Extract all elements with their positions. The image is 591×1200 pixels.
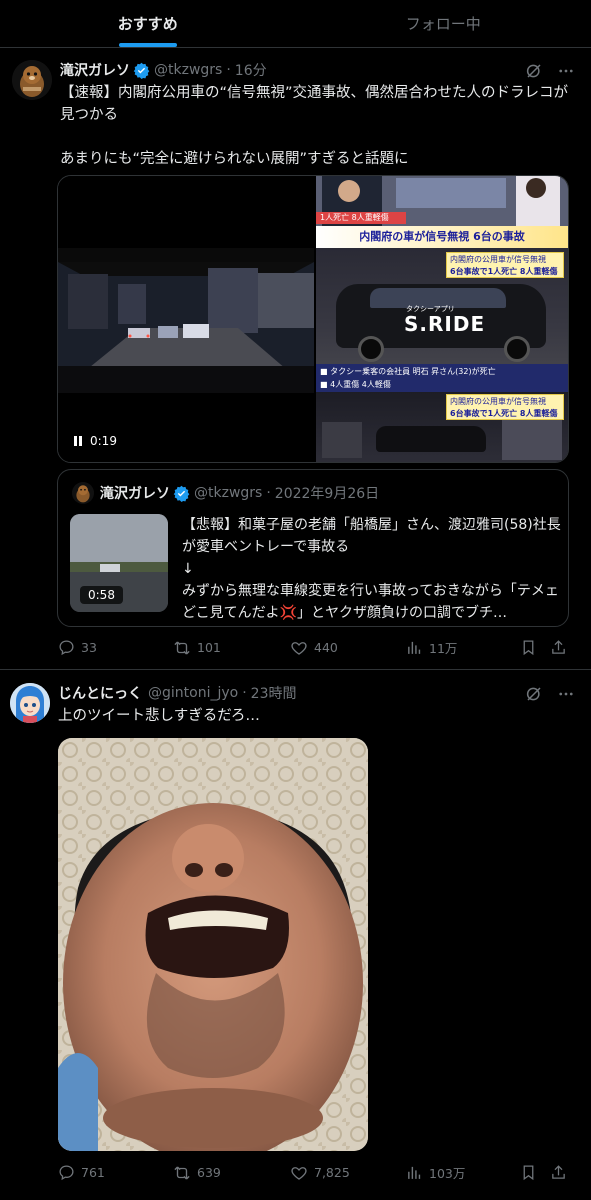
post[interactable]: じんとにっく @gintoni_jyo · 23時間 上のツイート悲しすぎるだろ… bbox=[0, 671, 591, 1200]
heart-icon bbox=[290, 1164, 308, 1182]
news-sub2: 6台事故で1人死亡 8人重軽傷 bbox=[450, 267, 558, 276]
like-button[interactable]: 7,825 bbox=[290, 1164, 406, 1182]
crying-face-photo bbox=[58, 738, 368, 1151]
avatar[interactable] bbox=[10, 683, 50, 723]
verified-badge-icon bbox=[133, 62, 150, 79]
share-icon bbox=[550, 639, 567, 656]
news-image[interactable]: 1人死亡 8人重軽傷 内閣府の車が信号無視 6台の事故 内閣府の公用車が信号無視… bbox=[316, 176, 568, 462]
bookmark-button[interactable] bbox=[520, 639, 550, 656]
quote-avatar bbox=[72, 482, 94, 504]
news-caption-top: 1人死亡 8人重軽傷 bbox=[316, 212, 406, 224]
active-tab-indicator bbox=[118, 43, 177, 47]
attached-photo[interactable] bbox=[58, 738, 368, 1151]
post-top-icons bbox=[525, 62, 575, 80]
video-frame bbox=[58, 248, 314, 393]
like-button[interactable]: 440 bbox=[290, 639, 406, 657]
reply-count: 761 bbox=[81, 1165, 105, 1180]
quote-header: 滝沢ガレソ @tkzwgrs · 2022年9月26日 bbox=[100, 483, 379, 503]
retweet-icon bbox=[173, 639, 191, 657]
reply-icon bbox=[58, 639, 75, 656]
timeline-tabs: おすすめ フォロー中 bbox=[0, 0, 591, 48]
quote-text: 【悲報】和菓子屋の老舗「船橋屋」さん、渡辺雅司(58)社長が愛車ベントレーで事故… bbox=[182, 517, 561, 621]
bookmark-button[interactable] bbox=[520, 1164, 550, 1181]
like-count: 7,825 bbox=[314, 1165, 350, 1180]
views-button[interactable]: 103万 bbox=[406, 1163, 520, 1182]
tweet-text: 上のツイート悲しすぎるだろ… bbox=[58, 708, 260, 724]
grok-icon[interactable] bbox=[525, 685, 543, 703]
view-count: 103万 bbox=[429, 1166, 466, 1181]
more-icon[interactable] bbox=[557, 685, 575, 703]
quote-video-thumbnail[interactable]: 0:58 bbox=[70, 514, 168, 612]
retweet-count: 101 bbox=[197, 640, 221, 655]
views-button[interactable]: 11万 bbox=[406, 638, 520, 657]
grok-icon[interactable] bbox=[525, 62, 543, 80]
bookmark-icon bbox=[520, 1164, 537, 1181]
timestamp[interactable]: 16分 bbox=[235, 60, 267, 80]
tab-following[interactable]: フォロー中 bbox=[296, 0, 591, 47]
taxi-logo: S.RIDE bbox=[404, 312, 486, 336]
news-bullet-2: ■ 4人重傷 4人軽傷 bbox=[320, 380, 391, 389]
separator-dot: · bbox=[242, 685, 247, 701]
video-time: 0:19 bbox=[90, 434, 117, 448]
post[interactable]: 滝沢ガレソ @tkzwgrs · 16分 【速報】内閣府公用車の“信号無視”交通… bbox=[0, 48, 591, 670]
avatar[interactable] bbox=[12, 60, 52, 100]
display-name[interactable]: 滝沢ガレソ bbox=[60, 60, 130, 80]
bookmark-icon bbox=[520, 639, 537, 656]
news-bullet-1: ■ タクシー乗客の会社員 明石 昇さん(32)が死亡 bbox=[320, 367, 496, 376]
news-sub4: 6台事故で1人死亡 8人重軽傷 bbox=[450, 409, 558, 418]
tab-recommended[interactable]: おすすめ bbox=[0, 0, 296, 47]
retweet-button[interactable]: 639 bbox=[173, 1164, 290, 1182]
quote-display-name: 滝沢ガレソ bbox=[100, 486, 170, 502]
views-chart-icon bbox=[406, 1164, 423, 1181]
share-button[interactable] bbox=[550, 1164, 567, 1181]
views-chart-icon bbox=[406, 639, 423, 656]
retweet-button[interactable]: 101 bbox=[173, 639, 290, 657]
news-banner: 内閣府の車が信号無視 6台の事故 bbox=[316, 226, 568, 248]
share-icon bbox=[550, 1164, 567, 1181]
reply-button[interactable]: 761 bbox=[58, 1164, 173, 1181]
reply-icon bbox=[58, 1164, 75, 1181]
handle[interactable]: @tkzwgrs bbox=[154, 62, 222, 78]
quote-handle: @tkzwgrs bbox=[194, 485, 263, 501]
quote-avatar-otter-icon bbox=[72, 482, 94, 504]
avatar-anime-icon bbox=[10, 683, 50, 723]
tab-following-label: フォロー中 bbox=[405, 15, 481, 33]
tab-recommended-label: おすすめ bbox=[117, 15, 178, 33]
quote-separator-dot: · bbox=[266, 485, 271, 501]
video-player[interactable]: 0:19 bbox=[58, 176, 314, 462]
video-controls: 0:19 bbox=[72, 434, 117, 448]
timestamp[interactable]: 23時間 bbox=[251, 683, 297, 703]
heart-icon bbox=[290, 639, 308, 657]
avatar-otter-icon bbox=[12, 60, 52, 100]
tweet-text: 【速報】内閣府公用車の“信号無視”交通事故、偶然居合わせた人のドラレコが見つかる… bbox=[60, 85, 569, 167]
more-icon[interactable] bbox=[557, 62, 575, 80]
retweet-count: 639 bbox=[197, 1165, 221, 1180]
news-sub1: 内閣府の公用車が信号無視 bbox=[450, 255, 546, 264]
news-sub3: 内閣府の公用車が信号無視 bbox=[450, 397, 546, 406]
reply-count: 33 bbox=[81, 640, 97, 655]
share-button[interactable] bbox=[550, 639, 567, 656]
display-name[interactable]: じんとにっく bbox=[58, 683, 142, 703]
quote-date: 2022年9月26日 bbox=[274, 486, 380, 502]
quoted-tweet[interactable]: 滝沢ガレソ @tkzwgrs · 2022年9月26日 0:58 【悲報】和菓子… bbox=[57, 469, 569, 627]
post-header: じんとにっく @gintoni_jyo · 23時間 bbox=[58, 683, 297, 703]
reply-button[interactable]: 33 bbox=[58, 639, 173, 656]
quote-video-duration: 0:58 bbox=[80, 586, 123, 604]
action-bar: 33 101 440 11万 bbox=[58, 638, 570, 657]
post-top-icons bbox=[525, 685, 575, 703]
dashcam-scene bbox=[58, 248, 314, 393]
pause-icon[interactable] bbox=[72, 435, 84, 447]
handle[interactable]: @gintoni_jyo bbox=[148, 685, 238, 701]
quote-verified-badge-icon bbox=[173, 485, 190, 502]
news-taxi-scene: 内閣府の公用車が信号無視 6台事故で1人死亡 8人重軽傷 タクシーアプリ S.R… bbox=[316, 248, 568, 392]
retweet-icon bbox=[173, 1164, 191, 1182]
like-count: 440 bbox=[314, 640, 338, 655]
separator-dot: · bbox=[226, 62, 231, 78]
media-container[interactable]: 0:19 1人死亡 8人重軽傷 内閣府の車が信号無視 6台の事故 内閣府の公用車… bbox=[57, 175, 569, 463]
view-count: 11万 bbox=[429, 641, 458, 656]
post-header: 滝沢ガレソ @tkzwgrs · 16分 bbox=[60, 60, 267, 80]
news-night-scene: 内閣府の公用車が信号無視 6台事故で1人死亡 8人重軽傷 bbox=[316, 392, 568, 462]
action-bar: 761 639 7,825 103万 bbox=[58, 1163, 570, 1182]
